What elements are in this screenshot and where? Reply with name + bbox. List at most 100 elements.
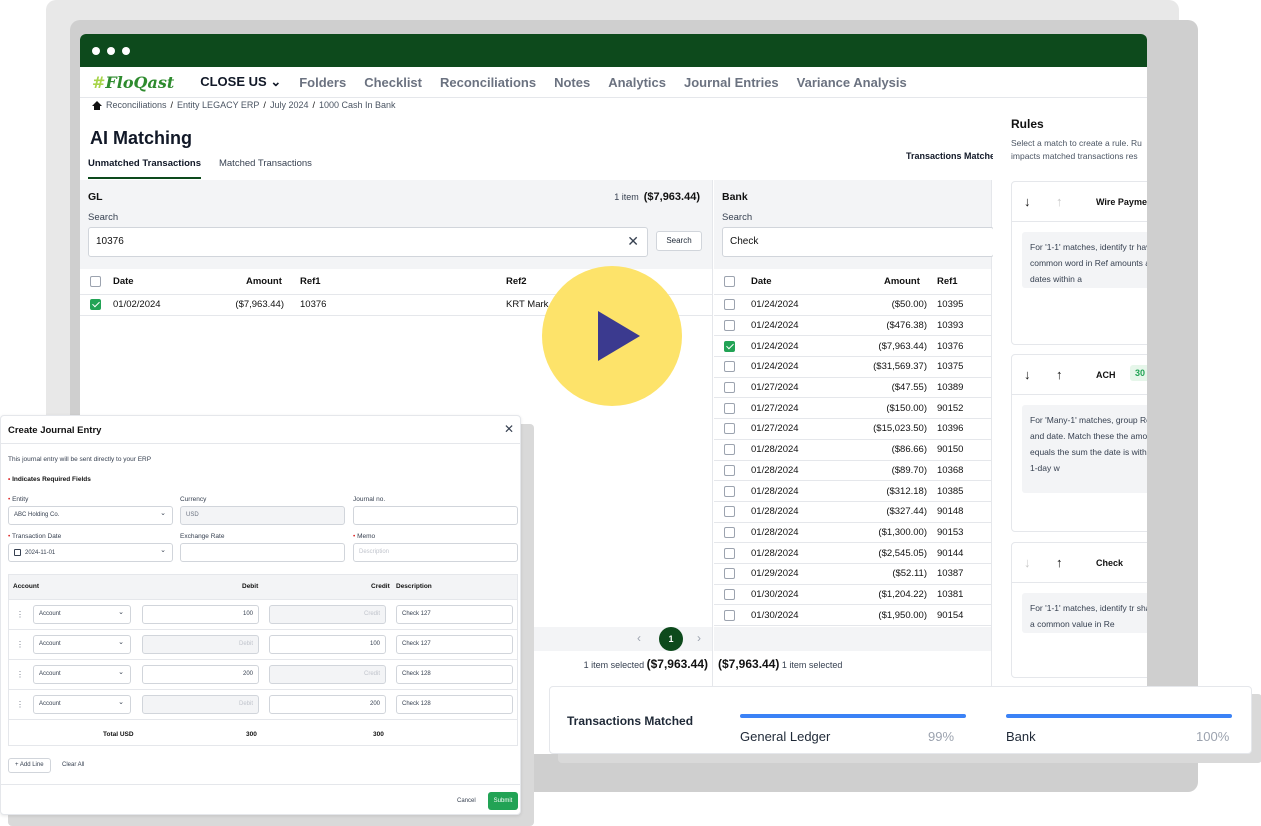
row-checkbox[interactable] <box>724 506 735 518</box>
row-checkbox[interactable] <box>724 568 735 580</box>
debit-input[interactable]: 100 <box>142 605 259 624</box>
nav-notes[interactable]: Notes <box>554 75 590 90</box>
chevron-right-icon[interactable]: › <box>697 631 701 645</box>
more-vertical-icon[interactable]: ⋮ <box>16 640 24 649</box>
general-ledger-label: General Ledger <box>740 729 831 744</box>
more-vertical-icon[interactable]: ⋮ <box>16 670 24 679</box>
description-input[interactable]: Check 128 <box>396 665 513 684</box>
nav-checklist[interactable]: Checklist <box>364 75 422 90</box>
gl-search-input[interactable]: 10376 ✕ <box>88 227 648 257</box>
row-checkbox[interactable] <box>724 609 735 621</box>
floqast-logo[interactable]: #FloQast <box>92 73 174 92</box>
credit-input[interactable]: 100 <box>269 635 386 654</box>
entity-select[interactable]: ABC Holding Co. ⌄ <box>8 506 173 525</box>
row-checkbox[interactable] <box>724 547 735 559</box>
submit-button[interactable]: Submit <box>488 792 518 810</box>
table-row[interactable]: 01/24/2024 ($7,963.44) 10376 <box>714 336 991 358</box>
arrow-down-icon[interactable]: ↓ <box>1024 194 1031 209</box>
select-all-checkbox[interactable] <box>724 276 735 287</box>
chevron-left-icon[interactable]: ‹ <box>637 631 641 645</box>
debit-input[interactable]: 200 <box>142 665 259 684</box>
row-checkbox[interactable] <box>724 485 735 497</box>
breadcrumb-period[interactable]: July 2024 <box>270 100 309 110</box>
close-icon[interactable]: ✕ <box>504 422 514 436</box>
arrow-up-icon[interactable]: ↑ <box>1056 367 1063 382</box>
account-select[interactable]: Account ⌄ <box>33 635 131 654</box>
nav-variance-analysis[interactable]: Variance Analysis <box>797 75 907 90</box>
transaction-date-picker[interactable]: 2024-11-01 ⌄ <box>8 543 173 562</box>
gl-search-button[interactable]: Search <box>656 231 702 251</box>
more-vertical-icon[interactable]: ⋮ <box>16 700 24 709</box>
nav-reconciliations[interactable]: Reconciliations <box>440 75 536 90</box>
table-row[interactable]: 01/28/2024 ($89.70) 10368 <box>714 461 991 482</box>
tab-unmatched[interactable]: Unmatched Transactions <box>88 158 201 179</box>
table-row[interactable]: 01/27/2024 ($15,023.50) 10396 <box>714 419 991 440</box>
tab-matched[interactable]: Matched Transactions <box>219 158 312 179</box>
row-checkbox[interactable] <box>724 464 735 476</box>
credit-input[interactable]: Credit <box>269 605 386 624</box>
table-row[interactable]: 01/29/2024 ($52.11) 10387 <box>714 564 991 585</box>
bank-search-input[interactable]: Check <box>722 227 994 257</box>
table-row[interactable]: 01/30/2024 ($1,950.00) 90154 <box>714 605 991 626</box>
table-row[interactable]: 01/30/2024 ($1,204.22) 10381 <box>714 585 991 606</box>
cell-date: 01/02/2024 <box>113 299 161 311</box>
journal-no-input[interactable] <box>353 506 518 525</box>
arrow-up-icon[interactable]: ↑ <box>1056 555 1063 570</box>
rule-card-check[interactable]: ↓ ↑ Check For '1-1' matches, identify tr… <box>1011 542 1147 678</box>
table-row[interactable]: 01/24/2024 ($476.38) 10393 <box>714 316 991 337</box>
row-checkbox[interactable] <box>724 299 735 311</box>
breadcrumb-account[interactable]: 1000 Cash In Bank <box>319 100 396 110</box>
table-row[interactable]: 01/28/2024 ($86.66) 90150 <box>714 440 991 461</box>
row-checkbox[interactable] <box>724 340 735 352</box>
row-checkbox[interactable] <box>724 444 735 456</box>
table-row[interactable]: 01/27/2024 ($47.55) 10389 <box>714 378 991 399</box>
rule-card-wire[interactable]: ↓ ↑ Wire Payme For '1-1' matches, identi… <box>1011 181 1147 345</box>
row-checkbox[interactable] <box>724 526 735 538</box>
more-vertical-icon[interactable]: ⋮ <box>16 610 24 619</box>
row-checkbox[interactable] <box>724 588 735 600</box>
account-select[interactable]: Account ⌄ <box>33 695 131 714</box>
table-row[interactable]: 01/28/2024 ($327.44) 90148 <box>714 502 991 523</box>
select-all-checkbox[interactable] <box>90 276 101 287</box>
clear-all-button[interactable]: Clear All <box>62 762 84 768</box>
description-input[interactable]: Check 128 <box>396 695 513 714</box>
credit-input[interactable]: 200 <box>269 695 386 714</box>
nav-journal-entries[interactable]: Journal Entries <box>684 75 779 90</box>
debit-input[interactable]: Debit <box>142 635 259 654</box>
nav-close-us[interactable]: CLOSE US ⌄ <box>200 74 281 90</box>
description-input[interactable]: Check 127 <box>396 605 513 624</box>
rule-card-ach[interactable]: ↓ ↑ ACH 30 For 'Many-1' matches, group R… <box>1011 354 1147 532</box>
home-icon[interactable] <box>92 100 102 110</box>
credit-input[interactable]: Credit <box>269 665 386 684</box>
cancel-button[interactable]: Cancel <box>457 798 476 804</box>
add-line-button[interactable]: + Add Line <box>8 758 51 773</box>
debit-input[interactable]: Debit <box>142 695 259 714</box>
nav-analytics[interactable]: Analytics <box>608 75 666 90</box>
row-checkbox[interactable] <box>724 382 735 394</box>
table-row[interactable]: 01/28/2024 ($2,545.05) 90144 <box>714 543 991 564</box>
row-checkbox[interactable] <box>724 402 735 414</box>
close-icon[interactable]: ✕ <box>627 234 639 248</box>
table-row[interactable]: 01/24/2024 ($50.00) 10395 <box>714 295 991 316</box>
nav-folders[interactable]: Folders <box>299 75 346 90</box>
row-checkbox[interactable] <box>724 320 735 332</box>
row-checkbox[interactable] <box>724 423 735 435</box>
row-checkbox[interactable] <box>90 299 101 311</box>
description-input[interactable]: Check 127 <box>396 635 513 654</box>
row-checkbox[interactable] <box>724 361 735 373</box>
breadcrumb-entity[interactable]: Entity LEGACY ERP <box>177 100 259 110</box>
breadcrumb-reconciliations[interactable]: Reconciliations <box>106 100 167 110</box>
page-number[interactable]: 1 <box>659 627 683 651</box>
table-row[interactable]: 01/28/2024 ($1,300.00) 90153 <box>714 523 991 544</box>
exchange-rate-input[interactable] <box>180 543 345 562</box>
table-row[interactable]: 01/28/2024 ($312.18) 10385 <box>714 481 991 502</box>
account-select[interactable]: Account ⌄ <box>33 605 131 624</box>
play-video-button[interactable] <box>542 266 682 406</box>
memo-input[interactable]: Description <box>353 543 518 562</box>
arrow-down-icon[interactable]: ↓ <box>1024 367 1031 382</box>
cell-date: 01/27/2024 <box>751 423 799 435</box>
account-select[interactable]: Account ⌄ <box>33 665 131 684</box>
table-row[interactable]: 01/24/2024 ($31,569.37) 10375 <box>714 357 991 378</box>
table-row[interactable]: 01/27/2024 ($150.00) 90152 <box>714 398 991 420</box>
transaction-date-label: • Transaction Date <box>8 533 62 540</box>
